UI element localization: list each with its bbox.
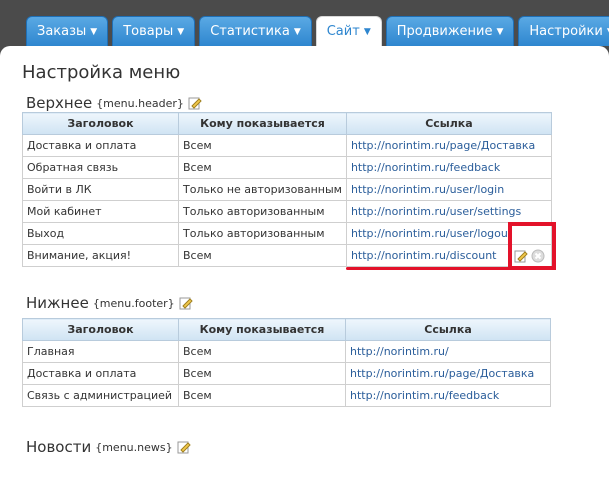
- column-header: Кому показывается: [178, 112, 347, 135]
- column-header: Заголовок: [22, 112, 179, 135]
- footer-menu-table: Заголовок Кому показывается Ссылка Главн…: [22, 318, 551, 407]
- tab-promotion[interactable]: Продвижение ▼: [385, 16, 515, 46]
- tab-label: Статистика: [210, 23, 290, 39]
- row-title: Доставка и оплата: [22, 134, 179, 157]
- row-link[interactable]: http://norintim.ru/user/login: [345, 178, 552, 201]
- column-header: Кому показывается: [178, 318, 346, 341]
- row-visibility: Всем: [178, 156, 347, 179]
- content-panel: Настройка меню Верхнее {menu.header} Заг…: [0, 46, 609, 503]
- row-title: Мой кабинет: [22, 200, 179, 223]
- tab-label: Заказы: [37, 23, 87, 39]
- section-code: {menu.news}: [95, 440, 173, 454]
- chevron-down-icon: ▼: [90, 26, 98, 37]
- highlight-underline: [346, 267, 512, 270]
- row-actions: [514, 248, 545, 263]
- tab-orders[interactable]: Заказы ▼: [26, 16, 109, 46]
- row-visibility: Только авторизованным: [178, 222, 347, 245]
- chevron-down-icon: ▼: [177, 26, 185, 37]
- row-visibility: Только не авторизованным: [178, 178, 347, 201]
- chevron-down-icon: ▼: [496, 26, 504, 37]
- row-visibility: Всем: [178, 362, 346, 385]
- row-title: Доставка и оплата: [22, 362, 179, 385]
- section-code: {menu.footer}: [92, 296, 175, 310]
- tab-statistics[interactable]: Статистика ▼: [199, 16, 312, 46]
- tab-label: Продвижение: [396, 23, 493, 39]
- tab-settings[interactable]: Настройки▼: [518, 16, 609, 46]
- table-row[interactable]: Главная Всем http://norintim.ru/: [22, 340, 551, 363]
- row-visibility: Всем: [178, 340, 346, 363]
- table-row[interactable]: Войти в ЛК Только не авторизованным http…: [22, 178, 552, 201]
- column-header: Ссылка: [345, 112, 552, 135]
- row-title: Связь с администрацией: [22, 384, 179, 407]
- row-visibility: Только авторизованным: [178, 200, 347, 223]
- row-link[interactable]: http://norintim.ru/: [345, 340, 551, 363]
- table-header-row: Заголовок Кому показывается Ссылка: [22, 112, 552, 135]
- table-row[interactable]: Связь с администрацией Всем http://norin…: [22, 384, 551, 407]
- chevron-down-icon: ▼: [363, 26, 371, 37]
- tab-site[interactable]: Сайт ▼: [315, 16, 382, 46]
- section-header-title: Верхнее {menu.header}: [26, 94, 202, 112]
- table-row[interactable]: Внимание, акция! Всем http://norintim.ru…: [22, 244, 552, 267]
- row-visibility: Всем: [178, 244, 347, 267]
- chevron-down-icon: ▼: [293, 26, 301, 37]
- column-header: Заголовок: [22, 318, 179, 341]
- table-row[interactable]: Выход Только авторизованным http://norin…: [22, 222, 552, 245]
- edit-icon[interactable]: [179, 296, 193, 310]
- table-row[interactable]: Обратная связь Всем http://norintim.ru/f…: [22, 156, 552, 179]
- page-title: Настройка меню: [22, 62, 181, 83]
- column-header: Ссылка: [345, 318, 551, 341]
- delete-icon[interactable]: [531, 248, 545, 263]
- tab-label: Товары: [123, 23, 174, 39]
- section-code: {menu.header}: [96, 96, 184, 110]
- edit-icon[interactable]: [514, 248, 528, 263]
- row-title: Войти в ЛК: [22, 178, 179, 201]
- row-visibility: Всем: [178, 134, 347, 157]
- header-menu-table: Заголовок Кому показывается Ссылка Доста…: [22, 112, 552, 267]
- section-title-text: Верхнее: [26, 94, 93, 112]
- tab-label: Сайт: [326, 23, 360, 39]
- row-link[interactable]: http://norintim.ru/page/Доставка: [345, 134, 552, 157]
- row-visibility: Всем: [178, 384, 346, 407]
- row-title: Выход: [22, 222, 179, 245]
- section-title-text: Нижнее: [26, 294, 89, 312]
- row-title: Внимание, акция!: [22, 244, 179, 267]
- row-title: Обратная связь: [22, 156, 179, 179]
- tab-label: Настройки: [529, 23, 603, 39]
- table-row[interactable]: Мой кабинет Только авторизованным http:/…: [22, 200, 552, 223]
- section-footer-title: Нижнее {menu.footer}: [26, 294, 193, 312]
- edit-icon[interactable]: [177, 440, 191, 454]
- tab-products[interactable]: Товары ▼: [112, 16, 196, 46]
- row-link[interactable]: http://norintim.ru/feedback: [345, 384, 551, 407]
- table-header-row: Заголовок Кому показывается Ссылка: [22, 318, 551, 341]
- table-row[interactable]: Доставка и оплата Всем http://norintim.r…: [22, 362, 551, 385]
- section-news-title: Новости {menu.news}: [26, 438, 191, 456]
- row-link[interactable]: http://norintim.ru/user/settings: [345, 200, 552, 223]
- table-row[interactable]: Доставка и оплата Всем http://norintim.r…: [22, 134, 552, 157]
- edit-icon[interactable]: [188, 96, 202, 110]
- row-title: Главная: [22, 340, 179, 363]
- row-link[interactable]: http://norintim.ru/page/Доставка: [345, 362, 551, 385]
- top-tabs: Заказы ▼ Товары ▼ Статистика ▼ Сайт ▼ Продви…: [26, 16, 609, 46]
- section-title-text: Новости: [26, 438, 92, 456]
- row-link[interactable]: http://norintim.ru/feedback: [345, 156, 552, 179]
